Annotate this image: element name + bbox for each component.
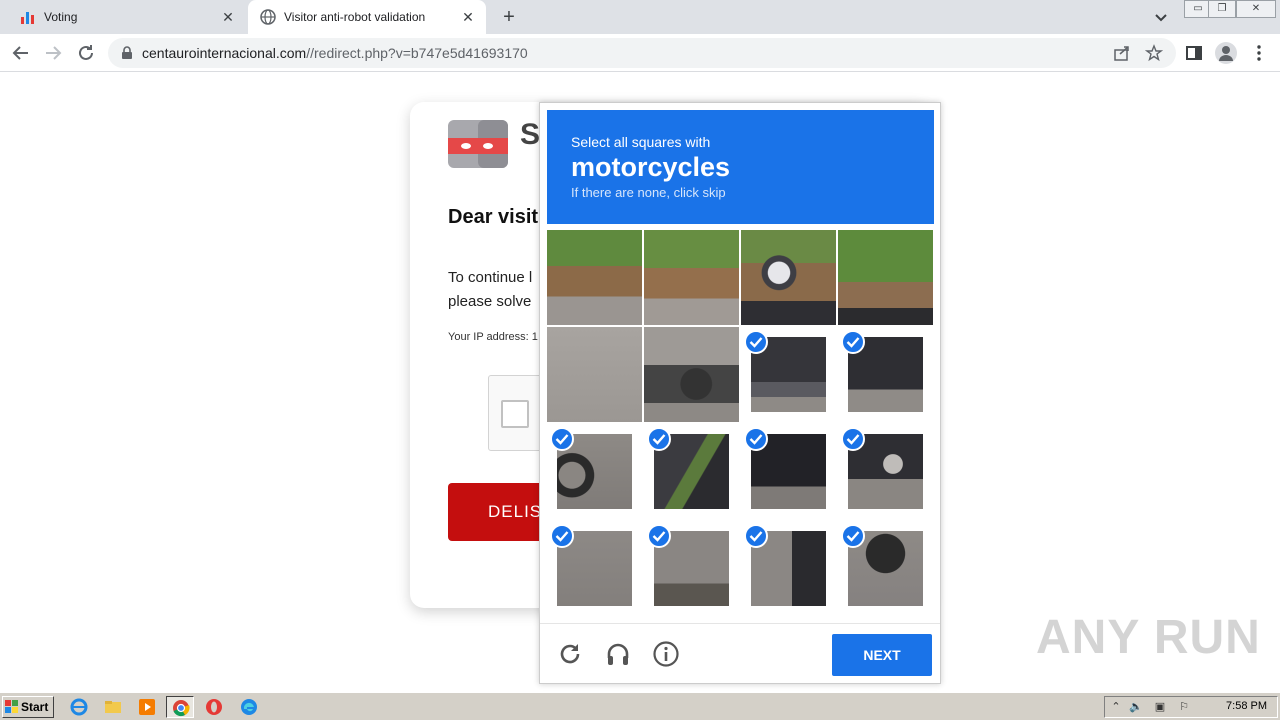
url-domain: centaurointernacional.com: [142, 45, 307, 61]
menu-kebab-icon[interactable]: [1248, 42, 1270, 64]
tile-selected-check-icon: [841, 330, 865, 354]
challenge-footer: NEXT: [540, 623, 940, 685]
tab-strip: Voting ✕ Visitor anti-robot validation ✕…: [0, 0, 1280, 34]
url-path: //redirect.php?v=b747e5d41693170: [306, 45, 528, 61]
address-bar[interactable]: centaurointernacional.com//redirect.php?…: [108, 38, 1176, 68]
volume-icon[interactable]: 🔈: [1129, 700, 1143, 714]
globe-favicon-icon: [260, 9, 276, 25]
start-button[interactable]: Start: [2, 696, 54, 718]
tile-selected-check-icon: [647, 427, 671, 451]
file-explorer-folder-icon[interactable]: [104, 698, 122, 716]
captcha-tile[interactable]: [741, 230, 836, 325]
captcha-tile[interactable]: [644, 521, 739, 616]
windows-flag-icon: [5, 700, 18, 713]
side-panel-icon[interactable]: [1183, 42, 1205, 64]
tile-image: [547, 230, 642, 325]
recaptcha-checkbox[interactable]: [501, 400, 529, 428]
captcha-tile[interactable]: [644, 327, 739, 422]
reload-icon[interactable]: [75, 42, 97, 64]
instructions-line: To continue l: [448, 269, 533, 286]
edge-icon[interactable]: [240, 698, 258, 716]
image-grid: [547, 230, 934, 617]
challenge-target: motorcycles: [571, 152, 731, 182]
info-icon[interactable]: [652, 640, 680, 668]
tab-search-chevron-icon[interactable]: [1152, 8, 1170, 26]
tile-image: [741, 230, 836, 325]
captcha-tile[interactable]: [547, 327, 642, 422]
logo-text: S: [520, 118, 541, 151]
tile-selected-check-icon: [744, 330, 768, 354]
tab-title: Voting: [44, 10, 78, 24]
close-window-button[interactable]: ✕: [1236, 0, 1276, 18]
captcha-tile[interactable]: [741, 521, 836, 616]
tile-selected-check-icon: [550, 427, 574, 451]
captcha-tile[interactable]: [547, 521, 642, 616]
captcha-tile[interactable]: [741, 327, 836, 422]
action-center-flag-icon[interactable]: ⚐: [1177, 700, 1191, 714]
tab-anti-robot[interactable]: Visitor anti-robot validation ✕: [248, 0, 486, 34]
windows-taskbar: Start ⌃ 🔈 ▣ ⚐ 7:58 PM: [0, 692, 1280, 720]
network-icon[interactable]: ▣: [1153, 700, 1167, 714]
challenge-hint: If there are none, click skip: [571, 185, 726, 200]
tile-selected-check-icon: [647, 524, 671, 548]
forward-arrow-icon[interactable]: [42, 42, 64, 64]
profile-avatar-icon[interactable]: [1215, 42, 1237, 64]
tab-title: Visitor anti-robot validation: [284, 10, 426, 24]
tile-selected-check-icon: [744, 524, 768, 548]
chrome-taskbar-button[interactable]: [166, 696, 194, 718]
start-label: Start: [21, 700, 49, 714]
system-tray: ⌃ 🔈 ▣ ⚐ 7:58 PM: [1104, 696, 1278, 718]
lock-icon: [122, 46, 132, 59]
tile-image: [838, 230, 933, 325]
bookmark-star-icon[interactable]: [1145, 44, 1163, 62]
captcha-tile[interactable]: [547, 230, 642, 325]
challenge-instruction: Select all squares with: [571, 134, 711, 150]
tab-voting[interactable]: Voting ✕: [8, 0, 246, 34]
challenge-header: Select all squares with motorcycles If t…: [547, 110, 934, 224]
instructions-line: please solve: [448, 293, 532, 310]
share-icon[interactable]: [1113, 44, 1131, 62]
new-tab-button[interactable]: +: [498, 6, 520, 28]
captcha-tile[interactable]: [838, 521, 933, 616]
instructions-text: To continue l please solve: [448, 266, 532, 314]
opera-icon[interactable]: [205, 698, 223, 716]
tile-selected-check-icon: [550, 524, 574, 548]
browser-toolbar: centaurointernacional.com//redirect.php?…: [0, 34, 1280, 72]
image-captcha-challenge: Select all squares with motorcycles If t…: [539, 102, 941, 684]
reload-challenge-icon[interactable]: [556, 640, 584, 668]
captcha-tile[interactable]: [741, 424, 836, 519]
ip-address-label: Your IP address: 1: [448, 331, 538, 343]
close-tab-icon[interactable]: ✕: [220, 9, 236, 25]
clock: 7:58 PM: [1226, 700, 1267, 712]
captcha-tile[interactable]: [547, 424, 642, 519]
tile-image: [644, 327, 739, 422]
tile-image: [547, 327, 642, 422]
tile-selected-check-icon: [841, 427, 865, 451]
next-button[interactable]: NEXT: [832, 634, 932, 676]
chart-favicon-icon: [21, 12, 34, 24]
page-title: Dear visit: [448, 206, 539, 228]
captcha-tile[interactable]: [644, 230, 739, 325]
captcha-tile[interactable]: [644, 424, 739, 519]
anyrun-watermark: ANY RUN: [1036, 611, 1261, 664]
tray-expand-icon[interactable]: ⌃: [1109, 700, 1123, 714]
media-player-icon[interactable]: [138, 698, 156, 716]
tile-selected-check-icon: [841, 524, 865, 548]
back-arrow-icon[interactable]: [10, 42, 32, 64]
restore-button[interactable]: ❐: [1208, 0, 1236, 18]
captcha-tile[interactable]: [838, 327, 933, 422]
url-text: centaurointernacional.com//redirect.php?…: [142, 45, 528, 61]
captcha-tile[interactable]: [838, 230, 933, 325]
tile-selected-check-icon: [744, 427, 768, 451]
tile-image: [644, 230, 739, 325]
chrome-icon: [173, 700, 190, 717]
captcha-tile[interactable]: [838, 424, 933, 519]
masked-robot-logo-icon: [448, 120, 508, 168]
internet-explorer-icon[interactable]: [70, 698, 88, 716]
audio-challenge-headphones-icon[interactable]: [604, 640, 632, 668]
close-tab-icon[interactable]: ✕: [460, 9, 476, 25]
